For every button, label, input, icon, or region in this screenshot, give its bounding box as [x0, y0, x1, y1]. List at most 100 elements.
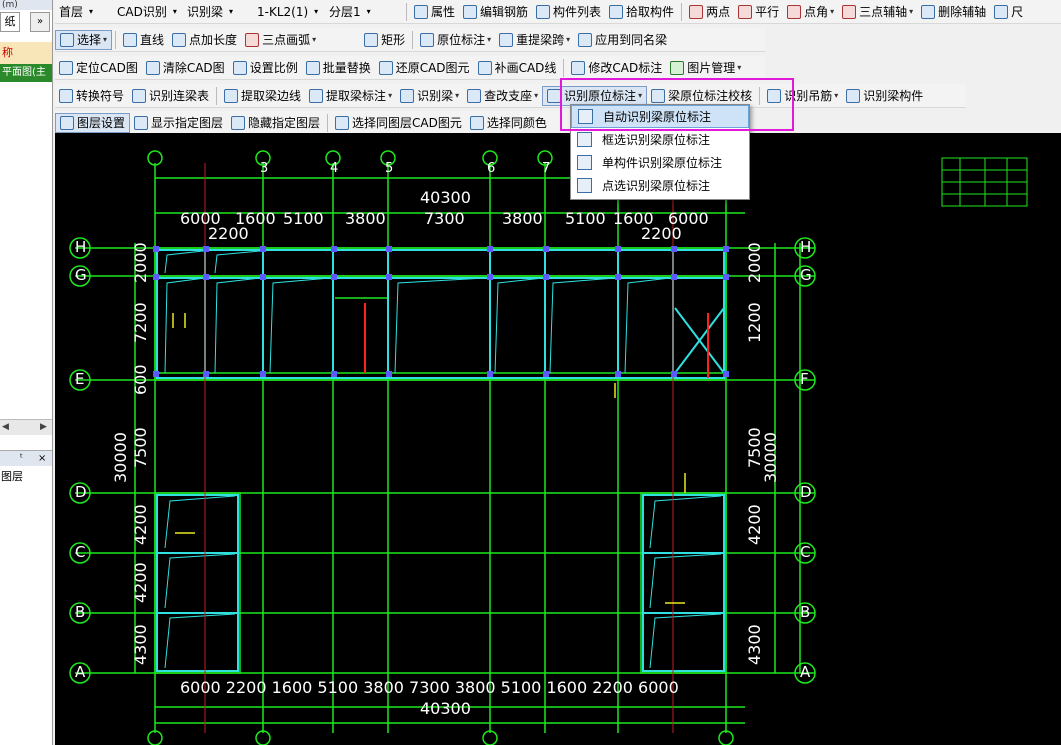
show-layer-button[interactable]: 显示指定图层: [130, 113, 227, 133]
select-same-color-button[interactable]: 选择同颜色: [466, 113, 551, 133]
draw-cad-line-button[interactable]: 补画CAD线: [474, 58, 561, 78]
recog-beam-button[interactable]: 识别梁 ▾: [396, 86, 463, 106]
check-support-label: 查改支座: [484, 89, 533, 103]
toolbar-row-1: 首层 ▾ CAD识别 ▾ 识别梁 ▾ 1-KL2(1) ▾ 分层1 ▾ 属性 编辑钢筋 构…: [55, 0, 1061, 24]
apply-same-beam-button[interactable]: 应用到同名梁: [574, 30, 671, 50]
edit-rebar-button[interactable]: 编辑钢筋: [459, 2, 532, 22]
image-manage-button[interactable]: 图片管理 ▾: [666, 58, 745, 78]
span-top-5: 7300: [424, 209, 465, 228]
cad-canvas[interactable]: 40300 6000 1600 5100 3800 7300 3800 5100…: [55, 133, 1061, 745]
two-point-axis-icon: [689, 4, 704, 19]
span-top-4: 3800: [345, 209, 386, 228]
locate-cad-label: 定位CAD图: [76, 61, 138, 75]
image-icon: [670, 60, 685, 75]
component-select[interactable]: 1-KL2(1) ▾: [253, 2, 325, 21]
select-same-layer-button[interactable]: 选择同图层CAD图元: [331, 113, 466, 133]
batch-replace-label: 批量替换: [322, 61, 371, 75]
properties-button[interactable]: 属性: [410, 2, 459, 22]
axis-c-right: C: [800, 543, 811, 561]
rectangle-button[interactable]: 矩形: [360, 30, 409, 50]
scroll-left-icon[interactable]: ◀: [2, 422, 9, 432]
box-recog-annotation-item[interactable]: 框选识别梁原位标注: [571, 128, 749, 151]
point-length-button[interactable]: 点加长度: [168, 30, 241, 50]
locate-icon: [59, 60, 73, 75]
auto-recog-annotation-item[interactable]: 自动识别梁原位标注: [571, 105, 749, 128]
recog-beam-select[interactable]: 识别梁 ▾: [183, 2, 253, 21]
layer-settings-button[interactable]: 图层设置: [55, 112, 131, 133]
select-button[interactable]: 选择 ▾: [55, 29, 113, 50]
pick-component-button[interactable]: 拾取构件: [605, 2, 678, 22]
row-dim-3: 7200: [131, 302, 150, 343]
axis-d-right: D: [800, 483, 812, 501]
properties-label: 属性: [431, 5, 456, 19]
parallel-button[interactable]: 平行: [734, 2, 783, 22]
single-recog-annotation-item[interactable]: 单构件识别梁原位标注: [571, 151, 749, 174]
clear-cad-button[interactable]: 清除CAD图: [142, 58, 229, 78]
ruler-button[interactable]: 尺: [990, 2, 1027, 22]
axis-e-left: E: [75, 370, 85, 388]
locate-cad-button[interactable]: 定位CAD图: [55, 58, 142, 78]
rectangle-icon: [364, 32, 379, 47]
cad-select-layer-icon: [335, 115, 350, 130]
recog-in-situ-annotation-button[interactable]: 识别原位标注 ▾: [542, 85, 648, 106]
restore-cad-button[interactable]: 还原CAD图元: [375, 58, 474, 78]
recog-coupling-beam-table-button[interactable]: 识别连梁表: [128, 86, 213, 106]
ruler-icon: [994, 4, 1009, 19]
line-button[interactable]: 直线: [119, 30, 168, 50]
two-point-button[interactable]: 两点: [685, 2, 734, 22]
row-dim-6: 4200: [131, 504, 150, 545]
parallel-axis-icon: [738, 4, 753, 19]
cad-recog-select[interactable]: CAD识别 ▾: [113, 2, 183, 21]
axis-7-top: 7: [542, 161, 551, 176]
name-cell: 称: [0, 42, 52, 64]
cad-hide-icon: [231, 115, 246, 130]
re-extract-span-label: 重提梁跨: [516, 33, 565, 47]
arc-button[interactable]: 三点画弧 ▾: [241, 30, 320, 50]
axis-c-left: C: [75, 543, 86, 561]
three-point-axis-button[interactable]: 三点辅轴 ▾: [838, 2, 917, 22]
cad-recog-value: CAD识别: [117, 5, 167, 19]
single-recog-icon: [577, 155, 592, 170]
axis-f-right: F: [800, 370, 809, 388]
hide-layer-button[interactable]: 隐藏指定图层: [227, 113, 324, 133]
convert-symbol-button[interactable]: 转换符号: [55, 86, 128, 106]
delete-axis-button[interactable]: 删除辅轴: [917, 2, 990, 22]
plan-drawing-item[interactable]: 平面图(主: [0, 64, 52, 82]
recog-hanger-bar-button[interactable]: 识别吊筋 ▾: [763, 86, 842, 106]
re-extract-span-button[interactable]: 重提梁跨 ▾: [495, 30, 574, 50]
beam-annotation-icon: [309, 88, 324, 103]
beam-edge-icon: [224, 88, 239, 103]
row-dim-right-1: 2000: [745, 242, 764, 283]
in-situ-annotation-button[interactable]: 原位标注 ▾: [416, 30, 495, 50]
extract-beam-annotation-label: 提取梁标注: [326, 89, 387, 103]
draw-cad-line-label: 补画CAD线: [494, 61, 557, 75]
axis-5-top: 5: [385, 161, 394, 176]
component-list-button[interactable]: 构件列表: [532, 2, 605, 22]
expand-chevron-icon[interactable]: »: [30, 12, 50, 32]
edit-cad-annotation-button[interactable]: 修改CAD标注: [567, 58, 666, 78]
close-icon[interactable]: ×: [38, 451, 46, 467]
row-dim-right-5: 7500: [745, 427, 764, 468]
extract-beam-edge-button[interactable]: 提取梁边线: [220, 86, 305, 106]
axis-a-right: A: [800, 663, 811, 681]
axis-d-left: D: [75, 483, 87, 501]
pin-icon[interactable]: ᵗ: [20, 451, 23, 467]
rectangle-label: 矩形: [381, 33, 406, 47]
axis-b-left: B: [75, 603, 86, 621]
check-support-button[interactable]: 查改支座 ▾: [463, 86, 542, 106]
recog-beam-value: 识别梁: [187, 5, 224, 19]
sublayer-select[interactable]: 分层1 ▾: [325, 2, 403, 21]
drawing-tab[interactable]: 纸: [0, 12, 20, 32]
row-dim-5: 7500: [131, 427, 150, 468]
point-recog-annotation-item[interactable]: 点选识别梁原位标注: [571, 174, 749, 197]
recog-beam-component-button[interactable]: 识别梁构件: [842, 86, 927, 106]
horizontal-scrollbar[interactable]: ◀ ▶: [0, 419, 52, 435]
set-scale-button[interactable]: 设置比例: [229, 58, 302, 78]
point-angle-button[interactable]: 点角 ▾: [783, 2, 838, 22]
scroll-right-icon[interactable]: ▶: [40, 422, 47, 432]
beam-annotation-check-button[interactable]: 梁原位标注校核: [647, 86, 756, 106]
batch-replace-button[interactable]: 批量替换: [302, 58, 375, 78]
floor-select[interactable]: 首层 ▾: [55, 2, 113, 21]
extract-beam-annotation-button[interactable]: 提取梁标注 ▾: [305, 86, 396, 106]
left-panel-header: (m): [0, 0, 52, 10]
